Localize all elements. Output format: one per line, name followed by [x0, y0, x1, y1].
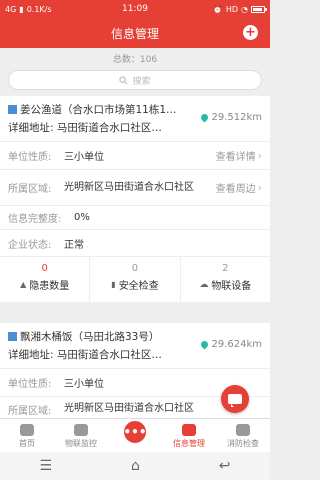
view-details-link[interactable]: 查看详情 › [216, 148, 262, 163]
search-placeholder: 搜索 [132, 76, 151, 87]
clock: 11:09 [122, 4, 148, 14]
area-label: 所属区域: [8, 184, 52, 195]
view-nearby-label: 查看周边 [215, 184, 256, 195]
building-icon [8, 105, 17, 114]
status-label: 企业状态: [8, 239, 52, 251]
iot-device-stat[interactable]: 2 ☁ 物联设备 [181, 257, 270, 302]
search-input[interactable]: 搜索 [8, 70, 262, 90]
iot-device-count: 2 [222, 263, 229, 274]
distance-value: 29.512km [211, 112, 262, 123]
completeness-row: 信息完整度: 0% [0, 206, 270, 230]
search-icon [119, 75, 128, 84]
tab-home[interactable]: 首页 [0, 419, 54, 452]
hazard-label: 隐患数量 [29, 281, 70, 292]
add-button[interactable]: + [243, 25, 258, 40]
total-count: 总数：106 [112, 55, 158, 65]
status-bar: 4G ▮ 0.1K/s 11:09 ⏰ HD ◔ [0, 0, 270, 18]
back-icon[interactable]: ↩ [219, 458, 231, 474]
unit-card[interactable]: 姜公渔道（合水口市场第11栋1… 详细地址: 马田街道合水口社区… 29.512… [0, 96, 270, 302]
unit-type-label: 单位性质: [8, 152, 52, 163]
status-value: 正常 [64, 239, 84, 251]
building-icon [8, 332, 17, 341]
page-title: 信息管理 [110, 26, 159, 41]
chevron-right-icon: › [257, 149, 262, 162]
tab-info-management[interactable]: 信息管理 [162, 419, 216, 452]
unit-address: 详细地址: 马田街道合水口社区… [8, 122, 162, 134]
card-header[interactable]: 姜公渔道（合水口市场第11栋1… 详细地址: 马田街道合水口社区… 29.512… [0, 96, 270, 142]
more-icon: ••• [122, 419, 148, 445]
area-value: 光明新区马田街道合水口社区 [64, 182, 194, 193]
unit-type-value: 三小单位 [64, 152, 104, 163]
battery-icon [251, 5, 267, 13]
view-nearby-link[interactable]: 查看周边 › [216, 180, 262, 195]
area-label: 所属区域: [8, 406, 52, 417]
hazard-stat[interactable]: 0 ▲ 隐患数量 [0, 257, 91, 302]
card-name-row: 飘湘木桶饭（马田北路33号） [8, 329, 198, 344]
safety-check-count: 0 [131, 263, 139, 274]
safety-check-label-row: ▮ 安全检查 [90, 277, 179, 292]
tab-center[interactable]: ••• [108, 419, 162, 452]
chat-fab-button[interactable] [221, 385, 249, 413]
info-manage-icon [182, 424, 196, 436]
distance-value: 29.624km [211, 339, 262, 350]
distance: 29.624km [200, 339, 262, 350]
completeness-label: 信息完整度: [8, 214, 62, 225]
tab-iot-monitor[interactable]: 物联监控 [54, 419, 108, 452]
home-icon [20, 424, 34, 436]
tab-fire-inspection[interactable]: 消防检查 [216, 419, 270, 452]
safety-check-stat[interactable]: 0 ▮ 安全检查 [90, 257, 181, 302]
menu-icon[interactable]: ☰ [39, 458, 52, 474]
warning-icon: ▲ [20, 280, 27, 289]
status-row: 企业状态: 正常 [0, 230, 270, 256]
completeness-value: 0% [74, 212, 90, 223]
extinguisher-icon: ▮ [111, 280, 116, 289]
chat-bubble-icon [228, 394, 242, 407]
monitor-icon [74, 424, 88, 436]
unit-name: 飘湘木桶饭（马田北路33号） [20, 331, 160, 343]
system-nav-bar: ☰ ⌂ ↩ [0, 452, 270, 480]
safety-check-label: 安全检查 [118, 281, 159, 292]
bottom-tab-bar: 首页 物联监控 ••• 信息管理 消防检查 [0, 418, 270, 452]
iot-device-label: 物联设备 [211, 281, 252, 292]
card-name-row: 姜公渔道（合水口市场第11栋1… [8, 102, 198, 117]
tab-home-label: 首页 [19, 439, 35, 448]
fire-inspection-icon [236, 424, 250, 436]
hazard-count: 0 [41, 263, 48, 274]
area-row: 所属区域: 光明新区马田街道合水口社区 查看周边 › [0, 170, 270, 206]
location-pin-icon [200, 112, 210, 123]
tab-info-management-label: 信息管理 [173, 439, 205, 448]
location-pin-icon [200, 339, 210, 350]
unit-address: 详细地址: 马田街道合水口社区… [8, 349, 162, 361]
card-header[interactable]: 飘湘木桶饭（马田北路33号） 详细地址: 马田街道合水口社区… 29.624km [0, 323, 270, 369]
stats-bar: 0 ▲ 隐患数量 0 ▮ 安全检查 2 ☁ 物联设备 [0, 256, 270, 302]
cloud-icon: ☁ [199, 279, 209, 290]
app-header: 信息管理 + [0, 18, 270, 48]
hazard-stat-label-row: ▲ 隐患数量 [0, 277, 89, 292]
unit-type-row: 单位性质: 三小单位 查看详情 › [0, 142, 270, 170]
battery-fill [253, 7, 262, 11]
chevron-right-icon: › [257, 181, 262, 194]
view-details-label: 查看详情 [215, 152, 256, 163]
tab-iot-monitor-label: 物联监控 [65, 439, 97, 448]
distance: 29.512km [200, 112, 262, 123]
home-nav-icon[interactable]: ⌂ [131, 458, 140, 474]
tab-fire-inspection-label: 消防检查 [227, 439, 259, 448]
unit-type-label: 单位性质: [8, 379, 52, 390]
unit-name: 姜公渔道（合水口市场第11栋1… [20, 104, 177, 116]
iot-device-label-row: ☁ 物联设备 [181, 277, 270, 293]
